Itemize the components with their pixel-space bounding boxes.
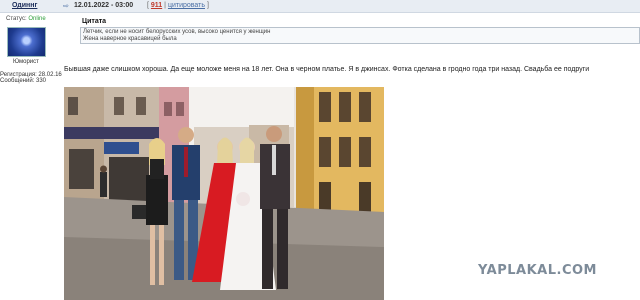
username-link[interactable]: Одиннг	[12, 2, 37, 9]
status-label: Статус:	[6, 16, 27, 22]
avatar[interactable]	[7, 27, 46, 57]
status-value: Online	[28, 16, 46, 22]
quote-line: Летчик, если не носит белорусских усов, …	[83, 29, 271, 35]
user-rank: Юморист	[13, 59, 39, 65]
post-actions: [ 911 | цитировать ]	[147, 2, 209, 9]
quote-box: Летчик, если не носит белорусских усов, …	[80, 27, 640, 44]
post-text: Бывшая даже слишком хороша. Да еще молож…	[64, 66, 590, 73]
cite-link[interactable]: цитировать	[168, 2, 205, 9]
message-count: Сообщений: 330	[0, 78, 47, 84]
post-header: Одиннг ⇨ 12.01.2022 - 03:00 [ 911 | цити…	[0, 0, 640, 13]
post-date: 12.01.2022 - 03:00	[74, 2, 134, 9]
photo-illustration	[64, 87, 384, 300]
quote-line: Жена наверное красавицей была	[83, 36, 177, 42]
bracket-open: [	[147, 2, 149, 9]
bracket-close: ]	[206, 2, 209, 9]
quote-title: Цитата	[82, 18, 107, 25]
separator: |	[164, 2, 166, 9]
post-link-icon[interactable]: ⇨	[63, 2, 69, 10]
watermark-logo: YAPLAKAL.COM	[478, 263, 597, 278]
wedding-photo[interactable]	[64, 87, 384, 300]
user-status: Статус: Online	[6, 16, 46, 22]
post-number-link[interactable]: 911	[151, 2, 162, 9]
